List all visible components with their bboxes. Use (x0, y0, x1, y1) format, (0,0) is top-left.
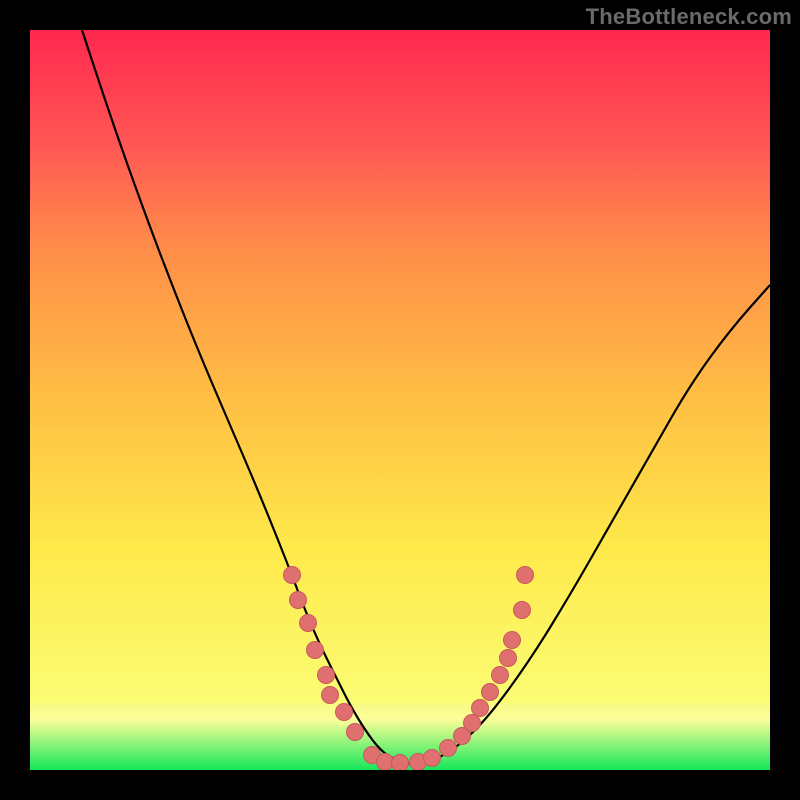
data-dot (464, 715, 481, 732)
plot-area (30, 30, 770, 770)
data-dot (392, 755, 409, 771)
data-dot (472, 700, 489, 717)
data-dot (500, 650, 517, 667)
bottleneck-curve (82, 30, 770, 764)
data-dot (300, 615, 317, 632)
data-dot (514, 602, 531, 619)
data-dot (318, 667, 335, 684)
data-dot (377, 754, 394, 771)
data-dot (336, 704, 353, 721)
data-dot (504, 632, 521, 649)
data-dot (492, 667, 509, 684)
data-dot (284, 567, 301, 584)
data-dot (307, 642, 324, 659)
data-dot (517, 567, 534, 584)
data-dot (440, 740, 457, 757)
curve-svg (30, 30, 770, 770)
data-dot (322, 687, 339, 704)
chart-stage: TheBottleneck.com (0, 0, 800, 800)
data-dot (424, 750, 441, 767)
data-dots (284, 567, 534, 771)
watermark-text: TheBottleneck.com (586, 4, 792, 30)
data-dot (290, 592, 307, 609)
data-dot (347, 724, 364, 741)
data-dot (482, 684, 499, 701)
